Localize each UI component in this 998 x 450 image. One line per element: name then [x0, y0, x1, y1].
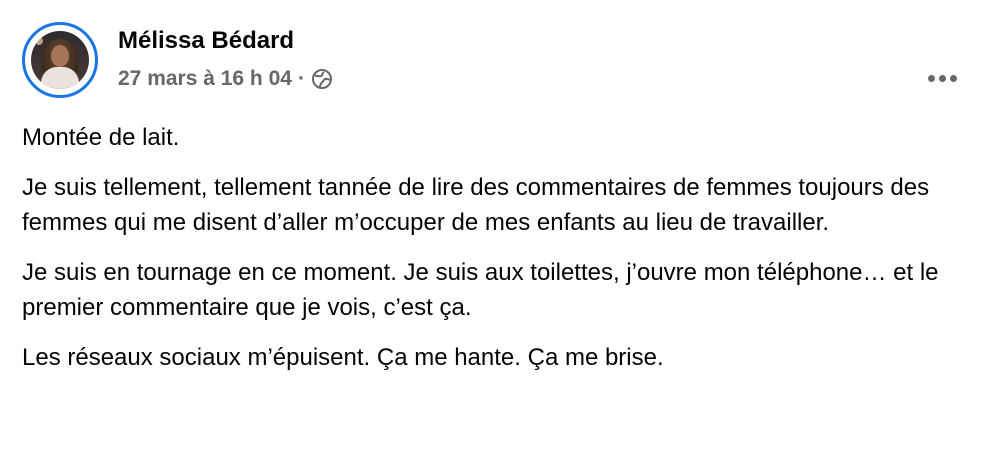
- more-dot: [927, 74, 935, 82]
- post-meta: 27 mars à 16 h 04 ·: [118, 66, 333, 92]
- profile-avatar[interactable]: [22, 22, 98, 98]
- more-dot: [938, 74, 946, 82]
- post-paragraph: Je suis tellement, tellement tannée de l…: [22, 174, 930, 236]
- globe-icon[interactable]: [311, 68, 333, 90]
- author-name[interactable]: Mélissa Bédard: [118, 26, 294, 56]
- post-paragraph: Je suis en tournage en ce moment. Je sui…: [22, 259, 939, 321]
- avatar-photo: [31, 31, 89, 89]
- facebook-post: Mélissa Bédard 27 mars à 16 h 04 · Monté…: [0, 0, 998, 450]
- more-dot: [949, 74, 957, 82]
- avatar-background-light: [35, 37, 43, 45]
- post-paragraph: Montée de lait.: [22, 124, 180, 151]
- post-content: Montée de lait. Je suis tellement, telle…: [22, 120, 982, 375]
- post-header: Mélissa Bédard 27 mars à 16 h 04 ·: [22, 22, 982, 98]
- avatar-face: [51, 45, 69, 67]
- post-timestamp[interactable]: 27 mars à 16 h 04: [118, 66, 292, 92]
- meta-separator: ·: [297, 67, 305, 90]
- post-paragraph: Les réseaux sociaux m’épuisent. Ça me ha…: [22, 344, 664, 371]
- more-options-icon[interactable]: [922, 66, 962, 90]
- avatar-body: [41, 67, 79, 89]
